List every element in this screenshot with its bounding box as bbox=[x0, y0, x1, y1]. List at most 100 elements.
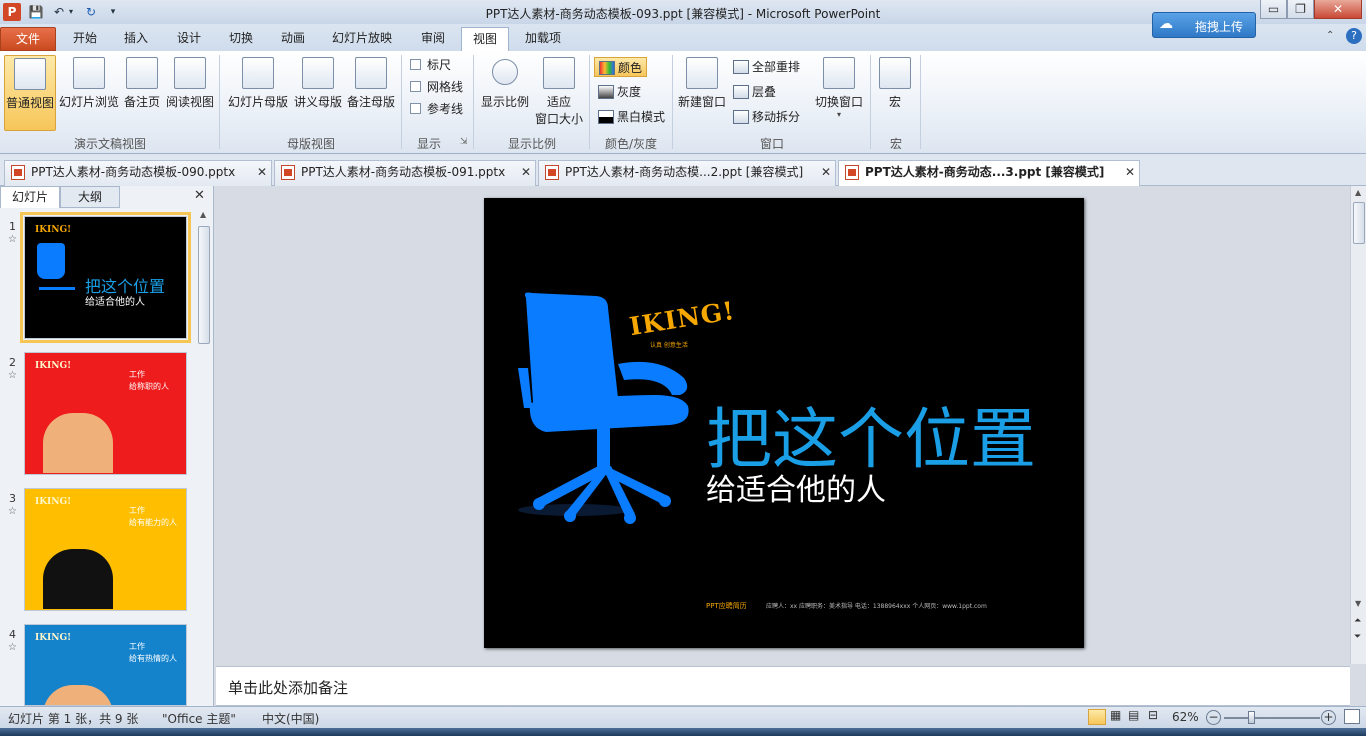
scroll-up-icon[interactable]: ▲ bbox=[1355, 188, 1361, 197]
theme-name[interactable]: "Office 主题" bbox=[162, 710, 236, 727]
normal-view-icon[interactable] bbox=[1088, 709, 1106, 725]
close-tab-icon[interactable]: ✕ bbox=[1125, 161, 1135, 183]
zoom-slider-thumb[interactable] bbox=[1248, 711, 1255, 724]
handout-master-button[interactable]: 讲义母版 bbox=[292, 55, 344, 131]
fit-slide-icon[interactable] bbox=[1344, 709, 1360, 724]
slideshow-icon[interactable]: ⊟ bbox=[1148, 708, 1158, 722]
slide-thumbnail[interactable]: IKING! 把这个位置 给适合他的人 bbox=[20, 212, 191, 343]
tab-slideshow[interactable]: 幻灯片放映 bbox=[326, 27, 398, 51]
tab-insert[interactable]: 插入 bbox=[113, 27, 159, 51]
close-pane-icon[interactable]: ✕ bbox=[194, 188, 205, 203]
cascade-button[interactable]: 层叠 bbox=[733, 82, 776, 102]
tab-review[interactable]: 审阅 bbox=[410, 27, 456, 51]
thumbnails-scrollbar[interactable]: ▲ bbox=[196, 208, 212, 706]
thumbnail-illustration bbox=[43, 549, 113, 609]
fit-window-icon bbox=[543, 57, 575, 89]
normal-view-button[interactable]: 普通视图 bbox=[4, 55, 56, 131]
slide-number: 3 bbox=[9, 492, 16, 505]
slide-number: 2 bbox=[9, 356, 16, 369]
slide-sorter-button[interactable]: 幻灯片浏览 bbox=[58, 55, 120, 131]
scroll-down-icon[interactable]: ▼ bbox=[1355, 599, 1361, 608]
tab-outline[interactable]: 大纲 bbox=[60, 186, 120, 208]
doc-tab-label: PPT达人素材-商务动态模...2.ppt [兼容模式] bbox=[565, 165, 804, 179]
reading-view-button[interactable]: 阅读视图 bbox=[165, 55, 215, 131]
animation-star-icon: ☆ bbox=[8, 370, 17, 381]
thumbnail-subtitle: 给有能力的人 bbox=[129, 518, 177, 527]
tab-animations[interactable]: 动画 bbox=[270, 27, 316, 51]
help-icon[interactable]: ? bbox=[1346, 28, 1362, 44]
footer-info: 应聘人：xx 应聘职务：美术指导 电话：1388964xxx 个人网页：www.… bbox=[766, 603, 987, 610]
move-split-label: 移动拆分 bbox=[752, 110, 801, 124]
zoom-slider[interactable] bbox=[1224, 717, 1320, 719]
tab-addins[interactable]: 加载项 bbox=[516, 27, 570, 51]
switch-window-button[interactable]: 切换窗口 ▾ bbox=[812, 55, 866, 131]
slide-thumbnail[interactable]: IKING! 工作 给称职的人 bbox=[24, 352, 187, 475]
slide-sorter-icon[interactable]: ▦ bbox=[1110, 708, 1121, 722]
normal-view-label: 普通视图 bbox=[5, 96, 54, 110]
notes-master-button[interactable]: 备注母版 bbox=[345, 55, 397, 131]
doc-tab[interactable]: PPT达人素材-商务动态模板-090.pptx ✕ bbox=[4, 160, 272, 186]
color-button[interactable]: 颜色 bbox=[594, 57, 648, 77]
thumbnail-title: 工作 bbox=[129, 642, 145, 651]
current-slide[interactable]: IKING! 认真 创意生活 把这个位置 给适合他的人 PPT应聘简历 应聘人：… bbox=[484, 198, 1084, 648]
minimize-ribbon-icon[interactable]: ⌃ bbox=[1326, 30, 1334, 41]
reading-view-icon[interactable]: ▤ bbox=[1128, 708, 1139, 722]
slide-scrollbar[interactable]: ▲ ▼ ⏶ ⏷ bbox=[1350, 186, 1366, 664]
notes-pane[interactable]: 单击此处添加备注 bbox=[216, 666, 1350, 706]
tab-transitions[interactable]: 切换 bbox=[218, 27, 264, 51]
doc-tab-active[interactable]: PPT达人素材-商务动态...3.ppt [兼容模式] ✕ bbox=[838, 160, 1140, 186]
window-group-label: 窗口 bbox=[759, 137, 784, 151]
chevron-down-icon: ▾ bbox=[836, 110, 841, 119]
guides-checkbox[interactable]: 参考线 bbox=[410, 99, 463, 119]
presentation-views-group-label: 演示文稿视图 bbox=[73, 137, 146, 151]
zoom-in-icon[interactable]: + bbox=[1321, 710, 1336, 725]
close-tab-icon[interactable]: ✕ bbox=[821, 161, 831, 183]
tab-design[interactable]: 设计 bbox=[166, 27, 212, 51]
restore-button[interactable]: ❐ bbox=[1287, 0, 1314, 19]
thumbnail-logo: IKING! bbox=[35, 633, 72, 643]
slide-master-button[interactable]: 幻灯片母版 bbox=[226, 55, 290, 131]
new-window-button[interactable]: 新建窗口 bbox=[676, 55, 728, 131]
zoom-level[interactable]: 62% bbox=[1172, 710, 1199, 724]
macro-button[interactable]: 宏 bbox=[876, 55, 914, 131]
close-tab-icon[interactable]: ✕ bbox=[521, 161, 531, 183]
black-white-button[interactable]: 黑白模式 bbox=[598, 107, 665, 127]
doc-tab[interactable]: PPT达人素材-商务动态模...2.ppt [兼容模式] ✕ bbox=[538, 160, 836, 186]
close-button[interactable]: ✕ bbox=[1314, 0, 1362, 19]
scroll-up-icon[interactable]: ▲ bbox=[200, 210, 206, 219]
minimize-button[interactable]: ▭ bbox=[1260, 0, 1287, 19]
fit-window-label-1: 适应 bbox=[546, 95, 571, 109]
ribbon-tabs: 文件 开始 插入 设计 切换 动画 幻灯片放映 审阅 视图 加载项 ☁ 拖拽上传… bbox=[0, 12, 1366, 51]
arrange-all-icon bbox=[733, 60, 749, 74]
gridlines-checkbox[interactable]: 网格线 bbox=[410, 77, 463, 97]
cloud-upload-button[interactable]: ☁ 拖拽上传 bbox=[1152, 12, 1256, 38]
slide-counter: 幻灯片 第 1 张，共 9 张 bbox=[8, 712, 139, 726]
language-indicator[interactable]: 中文(中国) bbox=[262, 710, 319, 727]
close-tab-icon[interactable]: ✕ bbox=[257, 161, 267, 183]
group-separator bbox=[920, 55, 921, 149]
scroll-thumb[interactable] bbox=[1353, 202, 1365, 244]
ruler-checkbox[interactable]: 标尺 bbox=[410, 55, 451, 75]
tab-slides[interactable]: 幻灯片 bbox=[0, 186, 60, 208]
zoom-button[interactable]: 显示比例 bbox=[478, 55, 532, 131]
zoom-out-icon[interactable]: − bbox=[1206, 710, 1221, 725]
previous-slide-icon[interactable]: ⏶ bbox=[1354, 616, 1361, 626]
tab-file[interactable]: 文件 bbox=[0, 27, 56, 51]
fit-to-window-button[interactable]: 适应 窗口大小 bbox=[534, 55, 584, 131]
new-window-icon bbox=[686, 57, 718, 89]
notes-page-button[interactable]: 备注页 bbox=[122, 55, 162, 131]
doc-tab[interactable]: PPT达人素材-商务动态模板-091.pptx ✕ bbox=[274, 160, 536, 186]
zoom-label: 显示比例 bbox=[480, 95, 529, 109]
grayscale-button[interactable]: 灰度 bbox=[598, 82, 641, 102]
tab-view[interactable]: 视图 bbox=[461, 27, 509, 51]
arrange-all-button[interactable]: 全部重排 bbox=[733, 57, 800, 77]
tab-home[interactable]: 开始 bbox=[62, 27, 108, 51]
scroll-thumb[interactable] bbox=[198, 226, 210, 344]
dialog-launcher-icon[interactable]: ⇲ bbox=[460, 137, 468, 147]
next-slide-icon[interactable]: ⏷ bbox=[1354, 632, 1361, 642]
notes-master-icon bbox=[355, 57, 387, 89]
slide-thumbnail[interactable]: IKING! 工作 给有能力的人 bbox=[24, 488, 187, 611]
move-split-button[interactable]: 移动拆分 bbox=[733, 107, 800, 127]
slide-thumbnail[interactable]: IKING! 工作 给有热情的人 bbox=[24, 624, 187, 706]
ppt-file-icon bbox=[11, 165, 25, 180]
